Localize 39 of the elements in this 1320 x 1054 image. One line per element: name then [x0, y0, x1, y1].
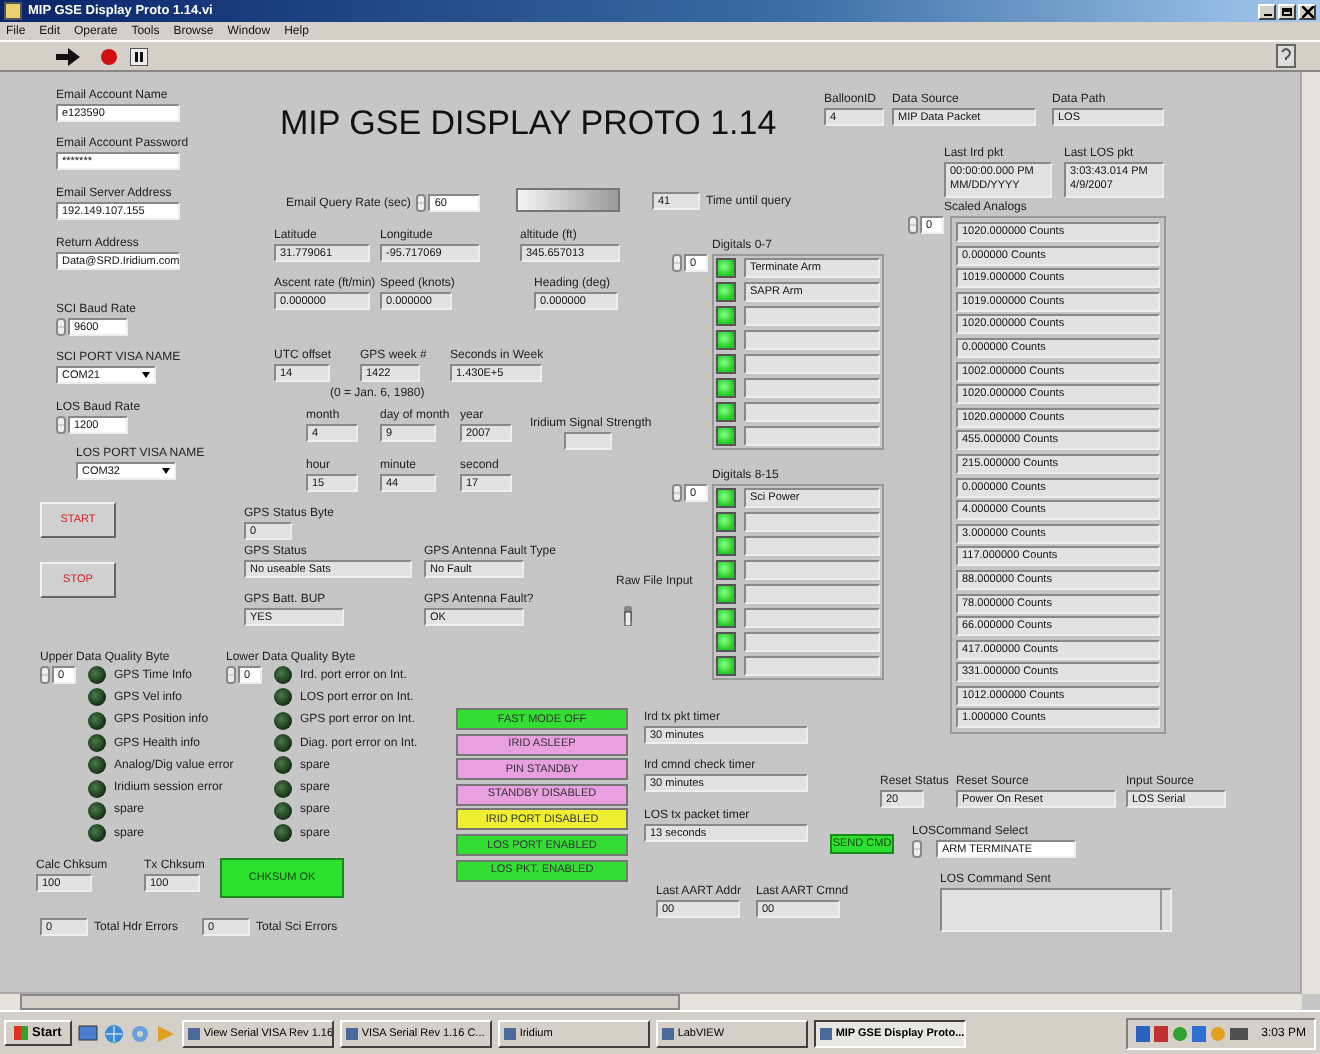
- value-display: [744, 426, 880, 446]
- minimize-button[interactable]: [1258, 3, 1276, 19]
- value-display: [744, 330, 880, 350]
- value-display: [744, 354, 880, 374]
- globe-icon[interactable]: [103, 1023, 124, 1043]
- value-display: [744, 560, 880, 580]
- value-display: [564, 432, 612, 450]
- pause-icon[interactable]: [130, 47, 148, 65]
- increment-arrows-icon[interactable]: [56, 318, 66, 336]
- value-display: [744, 656, 880, 676]
- increment-arrows-icon[interactable]: [56, 416, 66, 434]
- app-icon: [4, 2, 22, 20]
- increment-arrows-icon[interactable]: [672, 254, 682, 272]
- gradient-indicator: [516, 188, 620, 212]
- increment-arrows-icon[interactable]: [912, 840, 922, 858]
- desktop-icon[interactable]: [77, 1023, 98, 1043]
- maximize-button[interactable]: [1278, 3, 1296, 19]
- increment-arrows-icon[interactable]: [672, 484, 682, 502]
- value-display: [744, 632, 880, 652]
- increment-arrows-icon[interactable]: [908, 216, 918, 234]
- value-display: [744, 378, 880, 398]
- increment-arrows-icon[interactable]: [40, 666, 50, 684]
- value-display: [744, 402, 880, 422]
- vertical-scrollbar[interactable]: [1300, 72, 1320, 994]
- value-display: [744, 512, 880, 532]
- value-display: [744, 584, 880, 604]
- run-arrow-icon[interactable]: [56, 47, 80, 65]
- stop-icon[interactable]: [100, 47, 118, 65]
- horizontal-scrollbar[interactable]: [0, 992, 1302, 1010]
- value-display: [744, 536, 880, 556]
- close-button[interactable]: [1298, 3, 1316, 19]
- increment-arrows-icon[interactable]: [416, 194, 427, 212]
- value-display: [744, 608, 880, 628]
- help-icon[interactable]: [1276, 44, 1296, 68]
- panel-title: MIP GSE DISPLAY PROTO 1.14: [280, 104, 777, 144]
- value-display: [744, 306, 880, 326]
- gear-icon[interactable]: [129, 1023, 150, 1043]
- tray-icons-drawing: [1135, 1023, 1252, 1043]
- increment-arrows-icon[interactable]: [226, 666, 236, 684]
